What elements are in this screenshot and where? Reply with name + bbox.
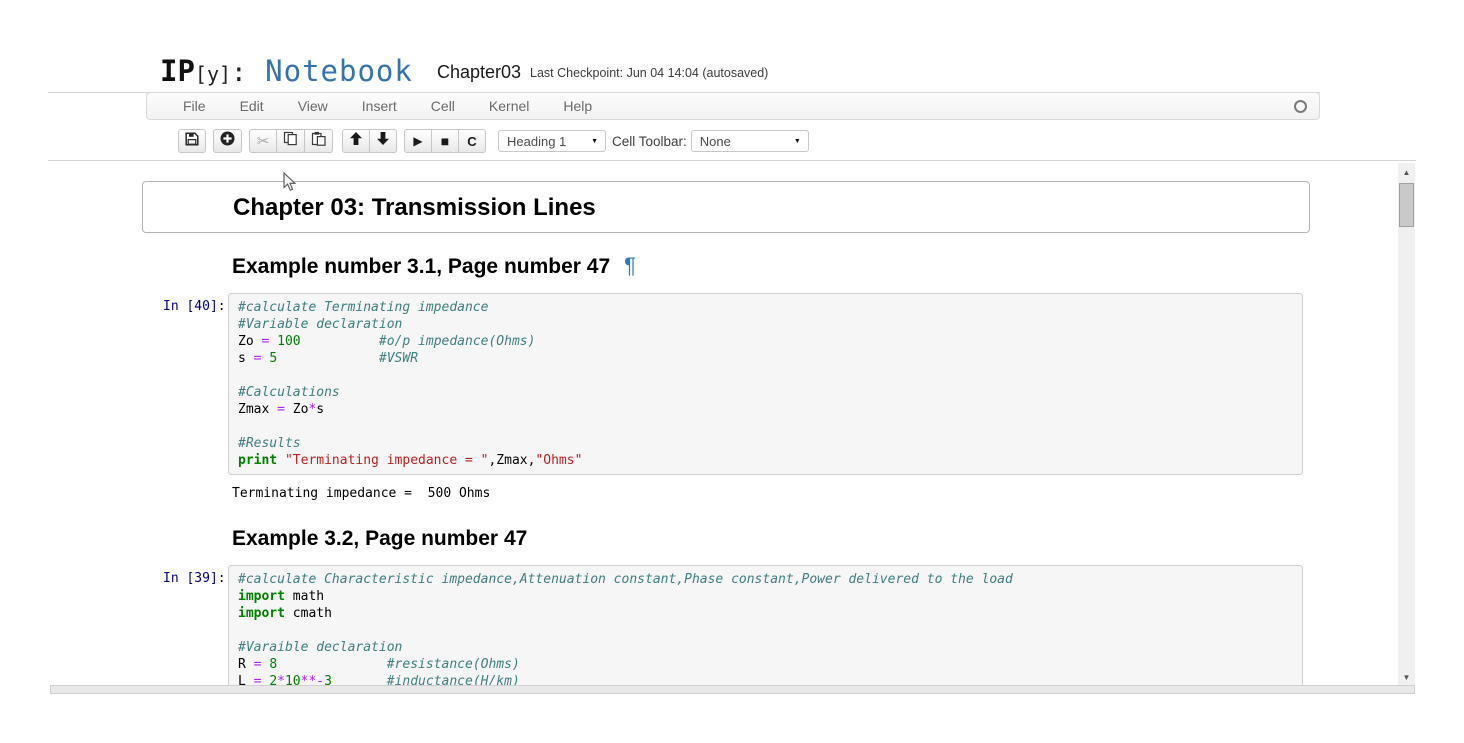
code-line (238, 367, 1302, 384)
menubar: FileEditViewInsertCellKernelHelp (146, 92, 1320, 120)
save-icon (185, 132, 199, 151)
code-line: #Variable declaration (238, 316, 1302, 333)
heading1-text: Chapter 03: Transmission Lines (233, 190, 1309, 226)
vertical-scrollbar[interactable]: ▲ ▼ (1398, 163, 1415, 686)
cut-cell-button[interactable]: ✂ (249, 129, 277, 153)
code-line: Zo = 100 #o/p impedance(Ohms) (238, 333, 1302, 350)
move-cell-up-button[interactable] (342, 129, 370, 153)
notebook: Chapter 03: Transmission Lines Example nu… (142, 163, 1310, 685)
restart-kernel-icon: C (467, 135, 476, 148)
toolbar: ✂ ▶ ■ C Heading 1 ▼ (178, 129, 809, 155)
code-line (238, 418, 1302, 435)
stop-icon: ■ (441, 134, 449, 148)
heading2-cell[interactable]: Example number 3.1, Page number 47 ¶ (232, 253, 1310, 279)
heading2-text: Example 3.2, Page number 47 (232, 527, 527, 550)
menu-insert[interactable]: Insert (345, 93, 414, 119)
anchor-pilcrow[interactable]: ¶ (624, 253, 636, 278)
restart-kernel-button[interactable]: C (458, 129, 486, 153)
code-line: #Calculations (238, 384, 1302, 401)
checkpoint-status: Last Checkpoint: Jun 04 14:04 (autosaved… (530, 66, 768, 80)
ipython-logo[interactable]: IP[y]: Notebook (160, 54, 413, 88)
code-line (238, 622, 1302, 639)
add-cell-button[interactable] (213, 129, 242, 153)
menu-cell[interactable]: Cell (414, 93, 472, 119)
code-cell: In [39]: #calculate Characteristic impeda… (142, 565, 1310, 685)
chevron-down-icon: ▼ (591, 138, 598, 145)
code-line: import cmath (238, 605, 1302, 622)
input-prompt: In [40]: (142, 293, 228, 475)
copy-icon (283, 131, 298, 151)
code-line: R = 8 #resistance(Ohms) (238, 656, 1302, 673)
save-button[interactable] (178, 129, 206, 153)
cell-type-select[interactable]: Heading 1 ▼ (498, 130, 606, 152)
run-cell-button[interactable]: ▶ (404, 129, 432, 153)
heading2-cell[interactable]: Example 3.2, Page number 47 (232, 526, 1310, 552)
horizontal-scrollbar[interactable] (50, 685, 1415, 694)
code-editor[interactable]: #calculate Terminating impedance#Variabl… (228, 293, 1303, 475)
move-up-icon (350, 132, 362, 150)
output-text: Terminating impedance = 500 Ohms (232, 485, 1310, 502)
menu-list: FileEditViewInsertCellKernelHelp (147, 93, 609, 119)
cell-toolbar-label: Cell Toolbar: (612, 129, 687, 154)
logo-y: [y] (195, 62, 231, 86)
notebook-title[interactable]: Chapter03 (437, 62, 521, 83)
mouse-cursor-icon (283, 172, 297, 197)
scroll-up-arrow-icon[interactable]: ▲ (1398, 168, 1415, 177)
toolbar-bottom-border (48, 160, 1416, 161)
vertical-scrollbar-thumb[interactable] (1399, 183, 1414, 227)
code-line: #calculate Characteristic impedance,Atte… (238, 571, 1302, 588)
code-line: import math (238, 588, 1302, 605)
logo-colon: : (231, 58, 247, 88)
code-line: #calculate Terminating impedance (238, 299, 1302, 316)
add-cell-icon (220, 131, 235, 151)
interrupt-kernel-button[interactable]: ■ (431, 129, 459, 153)
heading1-cell-selected[interactable]: Chapter 03: Transmission Lines (142, 181, 1310, 233)
paste-cell-button[interactable] (304, 129, 333, 153)
move-cell-down-button[interactable] (369, 129, 397, 153)
cell-toolbar-select[interactable]: None ▼ (691, 130, 809, 152)
run-icon: ▶ (413, 135, 422, 147)
menu-view[interactable]: View (281, 93, 345, 119)
code-cell: In [40]:#calculate Terminating impedance… (142, 293, 1310, 475)
cell-toolbar-value: None (700, 134, 731, 149)
heading2-text: Example number 3.1, Page number 47 (232, 255, 610, 278)
code-line: #Results (238, 435, 1302, 452)
code-line: #Varaible declaration (238, 639, 1302, 656)
input-prompt: In [39]: (142, 565, 228, 685)
cut-icon: ✂ (257, 132, 270, 150)
cell-type-value: Heading 1 (507, 134, 566, 149)
menu-kernel[interactable]: Kernel (472, 93, 546, 119)
logo-ip: IP (160, 54, 195, 88)
code-line: Zmax = Zo*s (238, 401, 1302, 418)
chevron-down-icon: ▼ (794, 138, 801, 145)
menu-edit[interactable]: Edit (223, 93, 281, 119)
code-line: s = 5 #VSWR (238, 350, 1302, 367)
menu-help[interactable]: Help (546, 93, 609, 119)
menu-file[interactable]: File (166, 93, 223, 119)
copy-cell-button[interactable] (276, 129, 305, 153)
kernel-idle-indicator-icon (1294, 100, 1307, 113)
paste-icon (311, 131, 326, 151)
code-line: L = 2*10**-3 #inductance(H/km) (238, 673, 1302, 685)
scroll-down-arrow-icon[interactable]: ▼ (1398, 673, 1415, 682)
code-line: print "Terminating impedance = ",Zmax,"O… (238, 452, 1302, 469)
notebook-app: IP[y]: Notebook Chapter03 Last Checkpoin… (0, 0, 1464, 743)
move-down-icon (377, 132, 389, 150)
code-editor[interactable]: #calculate Characteristic impedance,Atte… (228, 565, 1303, 685)
logo-notebook: Notebook (247, 54, 413, 88)
